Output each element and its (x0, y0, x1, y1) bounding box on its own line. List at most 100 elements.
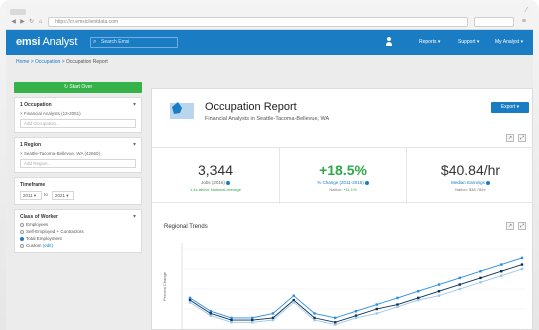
data-point[interactable] (479, 276, 482, 280)
window-close-icon[interactable]: ⁄ (526, 7, 527, 14)
export-button[interactable]: Export ▾ (491, 102, 529, 113)
info-icon[interactable] (485, 180, 490, 185)
nav-my-analyst[interactable]: My Analyst ▾ (495, 39, 523, 45)
forward-icon[interactable]: ▶ (19, 19, 26, 26)
data-point[interactable] (313, 316, 316, 320)
radio-self-employed[interactable]: Self-Employed + Contractors (20, 229, 136, 234)
data-point[interactable] (437, 294, 441, 297)
data-point[interactable] (479, 270, 482, 273)
info-icon[interactable] (364, 180, 369, 185)
data-point[interactable] (354, 316, 358, 320)
search-input[interactable]: ⌕ Search Emsi (90, 37, 178, 48)
timeframe-from-select[interactable]: 2011 ▾ (20, 191, 42, 200)
share-icon[interactable]: ↗ (506, 134, 514, 142)
data-point[interactable] (458, 276, 461, 280)
data-point[interactable] (334, 323, 337, 326)
data-point[interactable] (313, 318, 316, 322)
y-axis-label: Percent Change (162, 271, 167, 301)
data-point[interactable] (334, 316, 337, 320)
breadcrumb-home[interactable]: Home (16, 59, 29, 65)
data-point[interactable] (520, 256, 524, 260)
data-point[interactable] (437, 290, 441, 293)
data-point[interactable] (479, 281, 482, 284)
data-point[interactable] (292, 298, 295, 302)
region-panel: 1 Region ▾ × Seattle-Tacoma-Bellevue, WA… (14, 137, 142, 173)
data-point[interactable] (209, 310, 212, 313)
page-title: Occupation Report (205, 101, 297, 113)
notification-icon[interactable] (386, 37, 392, 46)
data-point[interactable] (500, 263, 503, 266)
emsi-analyst-logo[interactable]: emsi Analyst (16, 36, 77, 48)
expand-icon[interactable]: ⤢ (518, 134, 526, 142)
add-region-input[interactable]: Add Region... (20, 159, 136, 168)
address-bar[interactable]: https://cr.emsiclientdata.com (48, 17, 468, 27)
selected-occupation[interactable]: × Financial Analysts (13-2051) (20, 111, 136, 116)
data-point[interactable] (251, 318, 254, 322)
data-point[interactable] (313, 312, 316, 315)
data-point[interactable] (188, 301, 192, 304)
data-point[interactable] (500, 274, 503, 277)
data-point[interactable] (188, 296, 192, 300)
data-point[interactable] (188, 298, 192, 302)
data-point[interactable] (417, 290, 420, 293)
kpi-value: +18.5% (319, 162, 367, 178)
start-over-button[interactable]: ↻ Start Over (14, 82, 142, 93)
data-point[interactable] (375, 307, 378, 311)
data-point[interactable] (334, 321, 337, 324)
data-point[interactable] (251, 316, 254, 320)
add-occupation-input[interactable]: Add Occupation... (20, 119, 136, 128)
browser-search-field[interactable] (474, 17, 514, 27)
data-point[interactable] (417, 296, 420, 300)
data-point[interactable] (375, 303, 378, 306)
data-point[interactable] (520, 263, 524, 266)
data-point[interactable] (209, 312, 212, 315)
region-map-icon (170, 102, 194, 119)
radio-label: Employees (26, 222, 49, 227)
collapse-icon[interactable]: ▾ (133, 213, 136, 220)
data-point[interactable] (292, 294, 295, 297)
data-point[interactable] (230, 316, 233, 320)
data-point[interactable] (417, 298, 420, 302)
timeframe-to-select[interactable]: 2021 ▾ (52, 191, 74, 200)
data-point[interactable] (375, 312, 378, 315)
data-point[interactable] (271, 316, 275, 320)
data-point[interactable] (354, 310, 358, 313)
data-point[interactable] (458, 283, 461, 286)
data-point[interactable] (354, 314, 358, 317)
collapse-icon[interactable]: ▾ (133, 141, 136, 148)
radio-custom[interactable]: Custom (edit) (20, 243, 136, 248)
refresh-icon[interactable]: ↻ (28, 19, 35, 26)
radio-label: Self-Employed + Contractors (26, 229, 84, 234)
browser-menu-icon[interactable]: ≡ (522, 18, 526, 25)
data-point[interactable] (396, 296, 399, 300)
collapse-icon[interactable]: ▾ (133, 101, 136, 108)
data-point[interactable] (251, 321, 254, 324)
data-point[interactable] (271, 312, 275, 315)
back-icon[interactable]: ◀ (10, 19, 17, 26)
kpi-foot-text: Nation: $38.78/hr (455, 187, 486, 192)
data-point[interactable] (209, 314, 212, 317)
browser-tab[interactable] (10, 9, 26, 15)
share-icon[interactable]: ↗ (506, 222, 514, 230)
data-point[interactable] (292, 301, 295, 304)
data-point[interactable] (437, 283, 441, 286)
data-point[interactable] (271, 318, 275, 322)
kpi-foot-text: Nation: (329, 187, 344, 192)
home-icon[interactable]: ⌂ (37, 19, 44, 26)
nav-reports[interactable]: Reports ▾ (419, 39, 440, 45)
data-point[interactable] (396, 303, 399, 306)
selected-region[interactable]: × Seattle-Tacoma-Bellevue, WA (42660) (20, 151, 136, 156)
data-point[interactable] (396, 305, 399, 308)
breadcrumb-occupation[interactable]: Occupation (35, 59, 60, 65)
custom-edit-link[interactable]: (edit) (43, 243, 53, 248)
radio-total-employment[interactable]: Total Employment (20, 236, 136, 241)
nav-support[interactable]: Support ▾ (458, 39, 479, 45)
expand-icon[interactable]: ⤢ (518, 222, 526, 230)
data-point[interactable] (458, 287, 461, 291)
data-point[interactable] (500, 270, 503, 273)
data-point[interactable] (230, 318, 233, 322)
data-point[interactable] (520, 267, 524, 271)
radio-employees[interactable]: Employees (20, 222, 136, 227)
data-point[interactable] (230, 321, 233, 324)
info-icon[interactable] (225, 180, 230, 185)
